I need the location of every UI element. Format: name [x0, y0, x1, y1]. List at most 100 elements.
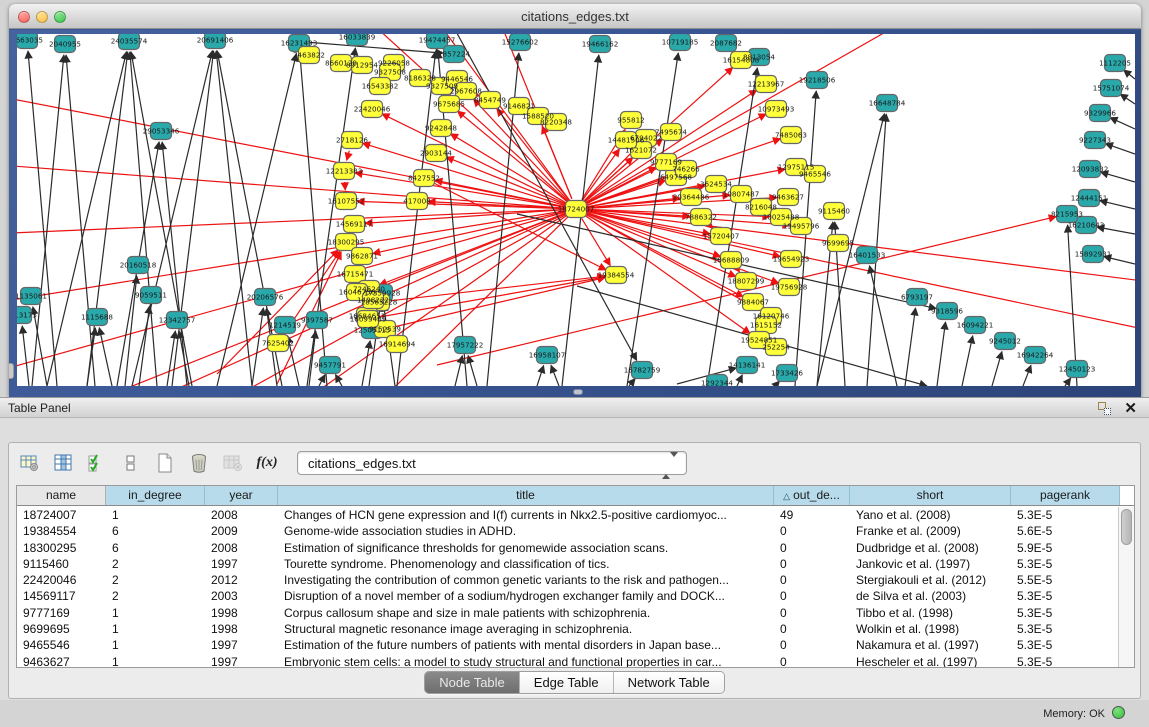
table-cell[interactable]: 5.9E-5: [1011, 540, 1120, 556]
table-cell[interactable]: 0: [774, 523, 850, 539]
table-cell[interactable]: Disruption of a novel member of a sodium…: [278, 588, 774, 604]
table-cell[interactable]: 2009: [205, 523, 278, 539]
table-cell[interactable]: 6: [106, 523, 205, 539]
table-settings-icon[interactable]: [15, 450, 43, 476]
column-header-short[interactable]: short: [850, 486, 1011, 505]
select-column-icon[interactable]: [49, 450, 77, 476]
table-cell[interactable]: 1997: [205, 654, 278, 668]
table-cell[interactable]: Embryonic stem cells: a model to study s…: [278, 654, 774, 668]
table-row[interactable]: 2242004622012Investigating the contribut…: [17, 572, 1118, 588]
network-table-select[interactable]: citations_edges.txt: [297, 451, 687, 475]
table-cell[interactable]: Wolkin et al. (1998): [850, 621, 1011, 637]
new-document-icon[interactable]: [151, 450, 179, 476]
tab-node-table[interactable]: Node Table: [425, 672, 520, 693]
table-row[interactable]: 946554611997Estimation of the future num…: [17, 637, 1118, 653]
table-cell[interactable]: 1998: [205, 621, 278, 637]
table-cell[interactable]: 9699695: [17, 621, 106, 637]
table-cell[interactable]: 9777169: [17, 605, 106, 621]
table-cell[interactable]: 5.3E-5: [1011, 621, 1120, 637]
table-cell[interactable]: Tibbo et al. (1998): [850, 605, 1011, 621]
table-cell[interactable]: 0: [774, 654, 850, 668]
table-cell[interactable]: 5.3E-5: [1011, 507, 1120, 523]
table-cell[interactable]: 5.3E-5: [1011, 605, 1120, 621]
table-cell[interactable]: Changes of HCN gene expression and I(f) …: [278, 507, 774, 523]
table-cell[interactable]: 9463627: [17, 654, 106, 668]
table-cell[interactable]: de Silva et al. (2003): [850, 588, 1011, 604]
table-row[interactable]: 911546021997Tourette syndrome. Phenomeno…: [17, 556, 1118, 572]
tab-network-table[interactable]: Network Table: [614, 672, 724, 693]
memory-indicator-icon[interactable]: [1112, 706, 1125, 719]
table-cell[interactable]: 5.5E-5: [1011, 572, 1120, 588]
scrollbar-thumb[interactable]: [1121, 509, 1132, 545]
table-cell[interactable]: 9465546: [17, 637, 106, 653]
table-cell[interactable]: 1997: [205, 556, 278, 572]
table-cell[interactable]: 9115460: [17, 556, 106, 572]
table-cell[interactable]: 2008: [205, 540, 278, 556]
table-cell[interactable]: 22420046: [17, 572, 106, 588]
table-row[interactable]: 1938455462009Genome-wide association stu…: [17, 523, 1118, 539]
column-header-out-de-[interactable]: △out_de...: [774, 486, 850, 505]
table-cell[interactable]: 18724007: [17, 507, 106, 523]
table-cell[interactable]: 5.3E-5: [1011, 588, 1120, 604]
table-cell[interactable]: 2008: [205, 507, 278, 523]
column-header-in-degree[interactable]: in_degree: [106, 486, 205, 505]
table-cell[interactable]: 2: [106, 588, 205, 604]
table-cell[interactable]: 0: [774, 588, 850, 604]
table-cell[interactable]: 14569117: [17, 588, 106, 604]
table-row[interactable]: 977716911998Corpus callosum shape and si…: [17, 605, 1118, 621]
table-cell[interactable]: 0: [774, 621, 850, 637]
table-cell[interactable]: 2: [106, 556, 205, 572]
table-cell[interactable]: 1: [106, 621, 205, 637]
table-vertical-scrollbar[interactable]: [1118, 507, 1134, 667]
window-titlebar[interactable]: citations_edges.txt: [9, 4, 1141, 29]
table-cell[interactable]: 1998: [205, 605, 278, 621]
delete-table-icon[interactable]: [219, 450, 247, 476]
network-canvas[interactable]: 1872400716630352040955240355742069140616…: [17, 34, 1135, 386]
table-cell[interactable]: Stergiakouli et al. (2012): [850, 572, 1011, 588]
table-row[interactable]: 946362711997Embryonic stem cells: a mode…: [17, 654, 1118, 668]
table-cell[interactable]: Estimation of significance thresholds fo…: [278, 540, 774, 556]
table-cell[interactable]: Hescheler et al. (1997): [850, 654, 1011, 668]
table-cell[interactable]: Yano et al. (2008): [850, 507, 1011, 523]
table-cell[interactable]: 0: [774, 637, 850, 653]
column-header-title[interactable]: title: [278, 486, 774, 505]
function-builder-icon[interactable]: f(x): [253, 450, 281, 476]
tab-edge-table[interactable]: Edge Table: [520, 672, 614, 693]
table-cell[interactable]: 1: [106, 654, 205, 668]
unselect-all-icon[interactable]: [117, 450, 145, 476]
column-header-year[interactable]: year: [205, 486, 278, 505]
close-panel-icon[interactable]: ✕: [1124, 399, 1137, 417]
table-cell[interactable]: 0: [774, 572, 850, 588]
table-cell[interactable]: 1: [106, 507, 205, 523]
table-cell[interactable]: 2: [106, 572, 205, 588]
column-header-name[interactable]: name: [17, 486, 106, 505]
table-cell[interactable]: Corpus callosum shape and size in male p…: [278, 605, 774, 621]
table-cell[interactable]: 0: [774, 605, 850, 621]
table-cell[interactable]: 18300295: [17, 540, 106, 556]
table-cell[interactable]: 5.3E-5: [1011, 637, 1120, 653]
select-all-icon[interactable]: [83, 450, 111, 476]
table-cell[interactable]: 0: [774, 540, 850, 556]
table-row[interactable]: 969969511998Structural magnetic resonanc…: [17, 621, 1118, 637]
table-cell[interactable]: 19384554: [17, 523, 106, 539]
table-cell[interactable]: 1997: [205, 637, 278, 653]
table-cell[interactable]: Structural magnetic resonance image aver…: [278, 621, 774, 637]
table-cell[interactable]: 2003: [205, 588, 278, 604]
table-cell[interactable]: Estimation of the future numbers of pati…: [278, 637, 774, 653]
table-cell[interactable]: Franke et al. (2009): [850, 523, 1011, 539]
table-cell[interactable]: 5.3E-5: [1011, 654, 1120, 668]
table-cell[interactable]: 5.3E-5: [1011, 556, 1120, 572]
table-cell[interactable]: 1: [106, 605, 205, 621]
table-cell[interactable]: 2012: [205, 572, 278, 588]
table-cell[interactable]: Jankovic et al. (1997): [850, 556, 1011, 572]
float-panel-icon[interactable]: [1098, 402, 1111, 415]
table-row[interactable]: 1456911722003Disruption of a novel membe…: [17, 588, 1118, 604]
table-cell[interactable]: Tourette syndrome. Phenomenology and cla…: [278, 556, 774, 572]
delete-icon[interactable]: [185, 450, 213, 476]
splitter-handle[interactable]: [573, 389, 583, 395]
table-cell[interactable]: 49: [774, 507, 850, 523]
table-cell[interactable]: Genome-wide association studies in ADHD.: [278, 523, 774, 539]
table-cell[interactable]: 5.6E-5: [1011, 523, 1120, 539]
table-cell[interactable]: Nakamura et al. (1997): [850, 637, 1011, 653]
table-cell[interactable]: Dudbridge et al. (2008): [850, 540, 1011, 556]
